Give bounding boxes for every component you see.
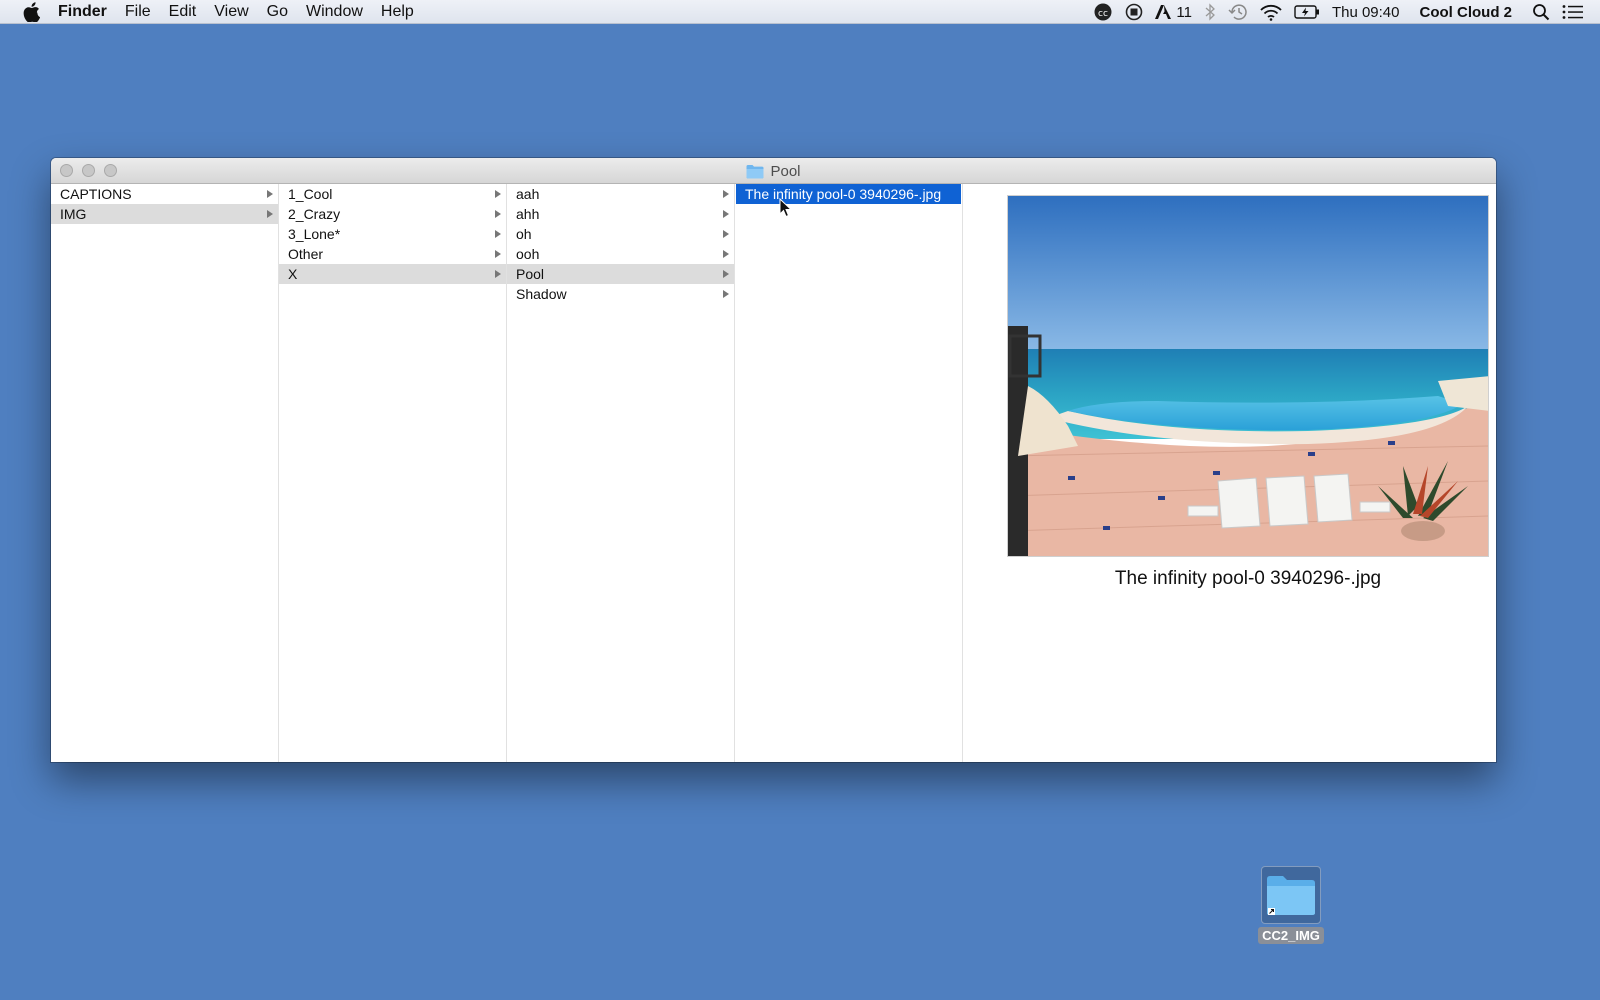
column-item[interactable]: ahh: [507, 204, 734, 224]
column-item-label: oh: [516, 226, 532, 242]
disclosure-arrow-icon: [494, 184, 502, 204]
column-item[interactable]: oh: [507, 224, 734, 244]
column-item-label: ahh: [516, 206, 540, 222]
disclosure-arrow-icon: [722, 204, 730, 224]
spotlight-search-icon[interactable]: [1526, 0, 1556, 24]
folder-alias-icon: [1261, 866, 1321, 924]
column-item[interactable]: 1_Cool: [279, 184, 506, 204]
column-4[interactable]: The infinity pool-0 3940296-.jpg: [735, 184, 963, 762]
disclosure-arrow-icon: [722, 264, 730, 284]
adobe-notifications[interactable]: 11: [1149, 0, 1198, 24]
disclosure-arrow-icon: [722, 244, 730, 264]
wifi-icon[interactable]: [1254, 0, 1288, 24]
menu-help[interactable]: Help: [372, 0, 423, 24]
record-icon[interactable]: [1119, 0, 1149, 24]
column-item[interactable]: CAPTIONS: [51, 184, 278, 204]
column-item[interactable]: ooh: [507, 244, 734, 264]
bluetooth-icon[interactable]: [1198, 0, 1222, 24]
menu-window[interactable]: Window: [297, 0, 372, 24]
adobe-count: 11: [1176, 3, 1192, 21]
menu-view[interactable]: View: [205, 0, 257, 24]
user-menu[interactable]: Cool Cloud 2: [1410, 0, 1527, 24]
disclosure-arrow-icon: [722, 284, 730, 304]
column-3[interactable]: aah ahh oh ooh Pool Shadow: [507, 184, 735, 762]
adobe-icon: [1155, 4, 1172, 20]
column-item[interactable]: Pool: [507, 264, 734, 284]
preview-image[interactable]: [1007, 195, 1489, 557]
disclosure-arrow-icon: [494, 264, 502, 284]
time-machine-icon[interactable]: [1222, 0, 1254, 24]
column-item[interactable]: The infinity pool-0 3940296-.jpg: [736, 184, 961, 204]
column-item[interactable]: Other: [279, 244, 506, 264]
column-item-label: Pool: [516, 266, 545, 282]
column-item[interactable]: Shadow: [507, 284, 734, 304]
mouse-cursor-icon: [779, 197, 793, 218]
desktop-icon-cc2-img[interactable]: CC2_IMG: [1253, 866, 1329, 945]
window-title: Pool: [51, 158, 1496, 184]
title-bar[interactable]: Pool: [51, 158, 1496, 184]
svg-text:cc: cc: [1098, 9, 1108, 19]
preview-file-name: The infinity pool-0 3940296-.jpg: [1114, 568, 1382, 589]
column-1[interactable]: CAPTIONS IMG: [51, 184, 279, 762]
column-item-label: aah: [516, 186, 540, 202]
column-item-label: CAPTIONS: [60, 186, 132, 202]
disclosure-arrow-icon: [494, 204, 502, 224]
column-item-label: 2_Crazy: [288, 206, 341, 222]
column-item[interactable]: aah: [507, 184, 734, 204]
column-item[interactable]: 3_Lone*: [279, 224, 506, 244]
column-item-label: Shadow: [516, 286, 567, 302]
apple-menu-icon[interactable]: [20, 0, 42, 24]
column-item-label: Other: [288, 246, 324, 262]
column-2[interactable]: 1_Cool 2_Crazy 3_Lone* Other X: [279, 184, 507, 762]
column-item-label: X: [288, 266, 298, 282]
disclosure-arrow-icon: [722, 184, 730, 204]
menu-file[interactable]: File: [116, 0, 160, 24]
column-item-label: IMG: [60, 206, 87, 222]
column-item-label: ooh: [516, 246, 540, 262]
folder-icon: [746, 164, 764, 179]
disclosure-arrow-icon: [722, 224, 730, 244]
menu-go[interactable]: Go: [258, 0, 297, 24]
disclosure-arrow-icon: [266, 184, 274, 204]
battery-charging-icon[interactable]: [1288, 0, 1326, 24]
notification-center-icon[interactable]: [1556, 0, 1600, 24]
menu-edit[interactable]: Edit: [160, 0, 206, 24]
window-title-text: Pool: [770, 162, 801, 180]
disclosure-arrow-icon: [494, 244, 502, 264]
column-item[interactable]: X: [279, 264, 506, 284]
column-item-label: The infinity pool-0 3940296-.jpg: [745, 186, 942, 202]
app-menu-finder[interactable]: Finder: [58, 0, 116, 24]
column-item[interactable]: 2_Crazy: [279, 204, 506, 224]
finder-window: Pool CAPTIONS IMG 1_Cool 2_Crazy 3_Lone* Oth…: [51, 158, 1496, 762]
column-item-label: 1_Cool: [288, 186, 333, 202]
menu-clock[interactable]: Thu 09:40: [1326, 0, 1410, 24]
disclosure-arrow-icon: [494, 224, 502, 244]
column-item-label: 3_Lone*: [288, 226, 341, 242]
column-browser: CAPTIONS IMG 1_Cool 2_Crazy 3_Lone* Other X a…: [51, 184, 1496, 762]
desktop-icon-label: CC2_IMG: [1258, 927, 1324, 944]
column-item[interactable]: IMG: [51, 204, 278, 224]
disclosure-arrow-icon: [266, 204, 274, 224]
menu-bar: Finder File Edit View Go Window Help cc …: [0, 0, 1600, 24]
preview-pane: The infinity pool-0 3940296-.jpg: [963, 184, 1489, 762]
creative-cloud-icon[interactable]: cc: [1087, 0, 1119, 24]
